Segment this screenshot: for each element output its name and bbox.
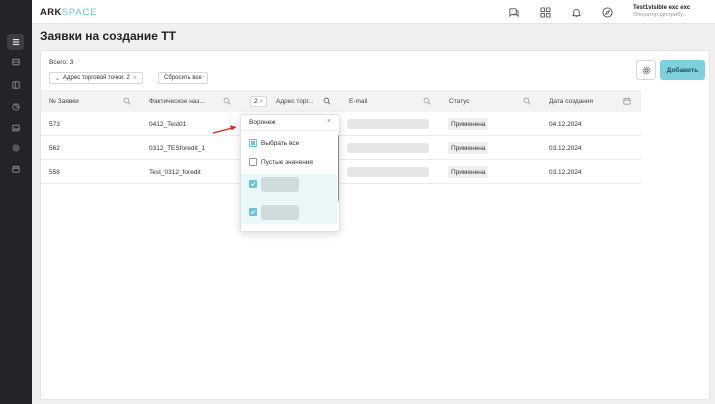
image-icon: [11, 124, 20, 132]
dropdown-scrollbar[interactable]: [338, 135, 339, 201]
chevron-down-icon: ⌄: [55, 75, 61, 82]
sidebar-item-requests[interactable]: [7, 34, 24, 50]
column-header-date[interactable]: Дата создания: [549, 90, 593, 112]
cell-name: Test_0312_foredit: [149, 168, 201, 176]
column-header-email[interactable]: E-mail: [349, 90, 367, 112]
layout-icon: [11, 81, 20, 89]
select-all-label: Выбрать все: [261, 139, 300, 147]
sidebar: [0, 0, 32, 404]
grid-icon: [539, 6, 551, 18]
cell-date: 03.12.2024: [549, 168, 582, 176]
status-badge: Применена: [448, 166, 489, 178]
column-header-name[interactable]: Фактическое наз...: [149, 90, 205, 112]
close-icon[interactable]: ×: [327, 118, 331, 125]
close-icon[interactable]: ×: [133, 75, 137, 82]
chat-icon: [508, 7, 519, 17]
check-icon: [250, 210, 256, 215]
dropdown-option[interactable]: [249, 204, 299, 220]
sidebar-item-analytics[interactable]: [7, 99, 24, 115]
checkbox-empty-values[interactable]: [249, 158, 257, 166]
column-header-address[interactable]: Адрес торг...: [276, 90, 314, 112]
top-header: ARKSPACE Test1visible exc exc Оператор д…: [32, 0, 715, 24]
table-row[interactable]: 562 0312_TESforedit_1 Применена 03.12.20…: [41, 136, 641, 160]
cell-number: 573: [49, 120, 60, 128]
total-count: Всего: 3: [49, 59, 74, 66]
reset-filters-button[interactable]: Сбросить все: [158, 72, 208, 84]
list-icon: [12, 39, 19, 45]
logo-text-ark: ARK: [40, 7, 62, 18]
cell-date: 04.12.2024: [549, 120, 582, 128]
email-redacted: [347, 119, 429, 129]
calendar-icon: [11, 165, 20, 173]
email-redacted: [347, 143, 429, 153]
search-icon[interactable]: [123, 97, 131, 105]
option-redacted: [261, 176, 299, 192]
gear-icon: [11, 144, 20, 152]
option-redacted: [261, 204, 299, 220]
column-header-status[interactable]: Статус: [449, 90, 470, 112]
cell-date: 03.12.2024: [549, 144, 582, 152]
table-header: № Заявки Фактическое наз... 2 × Адрес то…: [41, 90, 641, 112]
cell-number: 558: [49, 168, 60, 176]
status-badge: Применена: [448, 118, 489, 130]
gear-icon: [642, 66, 650, 74]
filter-chip-label: Адрес торговой точки: 2: [63, 75, 130, 81]
apps-button[interactable]: [539, 6, 551, 18]
requests-card: Всего: 3 ⌄ Адрес торговой точки: 2 × Сбр…: [40, 50, 710, 400]
sidebar-item-database[interactable]: [7, 54, 24, 70]
table-settings-button[interactable]: [636, 60, 656, 80]
sidebar-item-settings[interactable]: [7, 140, 24, 156]
cell-number: 562: [49, 144, 60, 152]
sidebar-item-calendar[interactable]: [7, 161, 24, 177]
page-title: Заявки на создание ТТ: [40, 29, 176, 43]
close-icon[interactable]: ×: [260, 99, 264, 105]
add-button[interactable]: Добавить: [660, 60, 705, 80]
table-row[interactable]: 573 0412_Test01 Применена 04.12.2024: [41, 112, 641, 136]
address-filter-count: 2: [254, 98, 258, 105]
select-all-option[interactable]: Выбрать все: [249, 137, 299, 149]
dropdown-search-input[interactable]: Воронеж ×: [241, 115, 339, 131]
empty-values-label: Пустые значения: [261, 158, 313, 166]
cell-name: 0312_TESforedit_1: [149, 144, 206, 152]
cell-name: 0412_Test01: [149, 120, 187, 128]
email-redacted: [347, 167, 429, 177]
search-icon[interactable]: [523, 97, 531, 105]
search-icon[interactable]: [423, 97, 431, 105]
checkbox-select-all[interactable]: [249, 139, 257, 147]
table-row[interactable]: 558 Test_0312_foredit Применена 03.12.20…: [41, 160, 641, 184]
database-icon: [11, 58, 20, 66]
checkbox-option[interactable]: [249, 180, 257, 188]
dropdown-option[interactable]: [249, 176, 299, 192]
sidebar-item-layout[interactable]: [7, 77, 24, 93]
user-name: Test1visible exc exc: [633, 5, 691, 11]
column-header-number[interactable]: № Заявки: [49, 90, 79, 112]
chat-button[interactable]: [507, 6, 519, 18]
status-badge: Применена: [448, 142, 489, 154]
empty-values-option[interactable]: Пустые значения: [249, 156, 313, 168]
user-role: Оператор дистрибу...: [633, 12, 687, 19]
logo-text-space: SPACE: [61, 7, 98, 18]
search-icon[interactable]: [223, 97, 231, 105]
address-filter-dropdown: Воронеж × Выбрать все Пустые значения: [240, 114, 340, 232]
dropdown-search-value: Воронеж: [249, 119, 276, 126]
compass-icon: [601, 6, 613, 18]
user-profile[interactable]: Test1visible exc exc Оператор дистрибу..…: [633, 5, 690, 19]
sidebar-item-images[interactable]: [7, 120, 24, 136]
calendar-icon[interactable]: [623, 97, 631, 105]
bell-icon: [571, 8, 581, 17]
search-icon[interactable]: [323, 97, 331, 105]
notifications-button[interactable]: [570, 6, 582, 18]
arkspace-logo[interactable]: ARKSPACE: [40, 7, 97, 18]
filter-chip-address[interactable]: ⌄ Адрес торговой точки: 2 ×: [49, 72, 143, 84]
checkbox-option[interactable]: [249, 208, 257, 216]
navigation-button[interactable]: [601, 6, 613, 18]
address-filter-badge[interactable]: 2 ×: [250, 96, 268, 107]
pie-chart-icon: [11, 103, 20, 111]
check-icon: [250, 182, 256, 187]
